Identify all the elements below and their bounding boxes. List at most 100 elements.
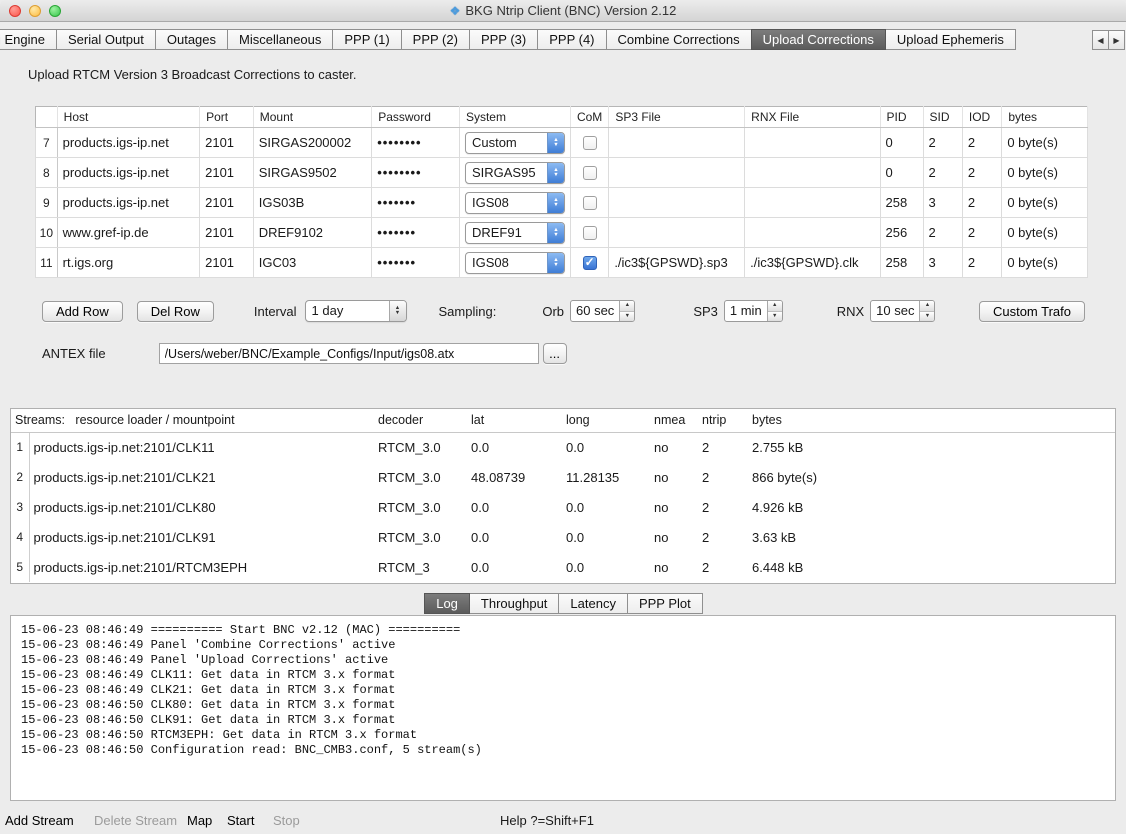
- tab-throughput[interactable]: Throughput: [469, 593, 560, 614]
- tab-miscellaneous[interactable]: Miscellaneous: [227, 29, 333, 50]
- spinner-arrows-icon[interactable]: ▲▼: [619, 301, 634, 321]
- stream-row[interactable]: 4 products.igs-ip.net:2101/CLK91 RTCM_3.…: [11, 522, 1115, 552]
- iod-cell[interactable]: 2: [962, 188, 1001, 218]
- port-cell[interactable]: 2101: [200, 158, 254, 188]
- tab-combine-corrections[interactable]: Combine Corrections: [606, 29, 752, 50]
- system-select[interactable]: DREF91 ▲▼: [465, 222, 565, 244]
- mount-cell[interactable]: IGC03: [253, 248, 371, 278]
- add-stream-button[interactable]: Add Stream: [5, 813, 74, 828]
- del-row-button[interactable]: Del Row: [137, 301, 214, 322]
- pid-cell[interactable]: 0: [880, 158, 923, 188]
- tab-log[interactable]: Log: [424, 593, 470, 614]
- sp3-file-cell[interactable]: [609, 158, 745, 188]
- pid-cell[interactable]: 0: [880, 128, 923, 158]
- log-panel[interactable]: 15-06-23 08:46:49 ========== Start BNC v…: [10, 615, 1116, 801]
- host-cell[interactable]: rt.igs.org: [57, 248, 199, 278]
- sp3-spinner[interactable]: 1 min ▲▼: [724, 300, 783, 322]
- port-cell[interactable]: 2101: [200, 128, 254, 158]
- com-checkbox[interactable]: [583, 256, 597, 270]
- tab-ppp-plot[interactable]: PPP Plot: [627, 593, 703, 614]
- rnx-file-cell[interactable]: [745, 218, 880, 248]
- spinner-arrows-icon[interactable]: ▲▼: [767, 301, 782, 321]
- tab-ppp-2[interactable]: PPP (2): [401, 29, 470, 50]
- iod-cell[interactable]: 2: [962, 128, 1001, 158]
- stream-row[interactable]: 3 products.igs-ip.net:2101/CLK80 RTCM_3.…: [11, 492, 1115, 522]
- mount-cell[interactable]: SIRGAS9502: [253, 158, 371, 188]
- system-select[interactable]: Custom ▲▼: [465, 132, 565, 154]
- orb-spinner[interactable]: 60 sec ▲▼: [570, 300, 635, 322]
- host-cell[interactable]: www.gref-ip.de: [57, 218, 199, 248]
- password-cell[interactable]: •••••••: [372, 188, 460, 218]
- iod-cell[interactable]: 2: [962, 248, 1001, 278]
- tab-latency[interactable]: Latency: [558, 593, 628, 614]
- rnx-file-cell[interactable]: ./ic3${GPSWD}.clk: [745, 248, 880, 278]
- tab-ppp-1[interactable]: PPP (1): [332, 29, 401, 50]
- sp3-file-cell[interactable]: [609, 128, 745, 158]
- password-cell[interactable]: •••••••: [372, 248, 460, 278]
- tab-upload-corrections[interactable]: Upload Corrections: [751, 29, 886, 50]
- com-checkbox[interactable]: [583, 226, 597, 240]
- browse-button[interactable]: ...: [543, 343, 567, 364]
- password-cell[interactable]: •••••••: [372, 218, 460, 248]
- pid-cell[interactable]: 258: [880, 248, 923, 278]
- sid-cell[interactable]: 2: [923, 128, 962, 158]
- com-checkbox[interactable]: [583, 166, 597, 180]
- tab-serial-output[interactable]: Serial Output: [56, 29, 156, 50]
- tab-ppp-4[interactable]: PPP (4): [537, 29, 606, 50]
- zoom-button[interactable]: [49, 5, 61, 17]
- rnx-spinner[interactable]: 10 sec ▲▼: [870, 300, 935, 322]
- sid-cell[interactable]: 2: [923, 218, 962, 248]
- tab-scroll-right-icon[interactable]: ▶: [1108, 30, 1125, 50]
- rnx-file-cell[interactable]: [745, 128, 880, 158]
- close-button[interactable]: [9, 5, 21, 17]
- host-cell[interactable]: products.igs-ip.net: [57, 188, 199, 218]
- port-cell[interactable]: 2101: [200, 188, 254, 218]
- minimize-button[interactable]: [29, 5, 41, 17]
- tab-feed-engine[interactable]: i Engine: [0, 29, 57, 50]
- com-checkbox[interactable]: [583, 196, 597, 210]
- sp3-file-cell[interactable]: ./ic3${GPSWD}.sp3: [609, 248, 745, 278]
- host-cell[interactable]: products.igs-ip.net: [57, 128, 199, 158]
- port-cell[interactable]: 2101: [200, 218, 254, 248]
- system-select[interactable]: IGS08 ▲▼: [465, 192, 565, 214]
- stream-row[interactable]: 5 products.igs-ip.net:2101/RTCM3EPH RTCM…: [11, 552, 1115, 582]
- sid-cell[interactable]: 3: [923, 248, 962, 278]
- start-button[interactable]: Start: [227, 813, 254, 828]
- password-cell[interactable]: ••••••••: [372, 158, 460, 188]
- system-select[interactable]: SIRGAS95 ▲▼: [465, 162, 565, 184]
- system-select[interactable]: IGS08 ▲▼: [465, 252, 565, 274]
- com-checkbox[interactable]: [583, 136, 597, 150]
- stop-button[interactable]: Stop: [273, 813, 300, 828]
- iod-cell[interactable]: 2: [962, 218, 1001, 248]
- sp3-file-cell[interactable]: [609, 218, 745, 248]
- sid-cell[interactable]: 2: [923, 158, 962, 188]
- antex-file-input[interactable]: [159, 343, 539, 364]
- tab-outages[interactable]: Outages: [155, 29, 228, 50]
- com-cell: [570, 128, 608, 158]
- tab-ppp-3[interactable]: PPP (3): [469, 29, 538, 50]
- interval-select[interactable]: 1 day ▲▼: [305, 300, 407, 322]
- mount-cell[interactable]: DREF9102: [253, 218, 371, 248]
- tab-upload-ephemeris[interactable]: Upload Ephemeris: [885, 29, 1016, 50]
- stream-row[interactable]: 2 products.igs-ip.net:2101/CLK21 RTCM_3.…: [11, 462, 1115, 492]
- sid-cell[interactable]: 3: [923, 188, 962, 218]
- delete-stream-button[interactable]: Delete Stream: [94, 813, 177, 828]
- mount-cell[interactable]: SIRGAS200002: [253, 128, 371, 158]
- spinner-arrows-icon[interactable]: ▲▼: [919, 301, 934, 321]
- rnx-file-cell[interactable]: [745, 158, 880, 188]
- log-tabbar: Log Throughput Latency PPP Plot: [0, 593, 1126, 614]
- iod-cell[interactable]: 2: [962, 158, 1001, 188]
- add-row-button[interactable]: Add Row: [42, 301, 123, 322]
- sp3-file-cell[interactable]: [609, 188, 745, 218]
- tab-scroll-left-icon[interactable]: ◀: [1092, 30, 1109, 50]
- host-cell[interactable]: products.igs-ip.net: [57, 158, 199, 188]
- stream-row[interactable]: 1 products.igs-ip.net:2101/CLK11 RTCM_3.…: [11, 432, 1115, 462]
- map-button[interactable]: Map: [187, 813, 212, 828]
- pid-cell[interactable]: 258: [880, 188, 923, 218]
- mount-cell[interactable]: IGS03B: [253, 188, 371, 218]
- custom-trafo-button[interactable]: Custom Trafo: [979, 301, 1085, 322]
- password-cell[interactable]: ••••••••: [372, 128, 460, 158]
- port-cell[interactable]: 2101: [200, 248, 254, 278]
- rnx-file-cell[interactable]: [745, 188, 880, 218]
- pid-cell[interactable]: 256: [880, 218, 923, 248]
